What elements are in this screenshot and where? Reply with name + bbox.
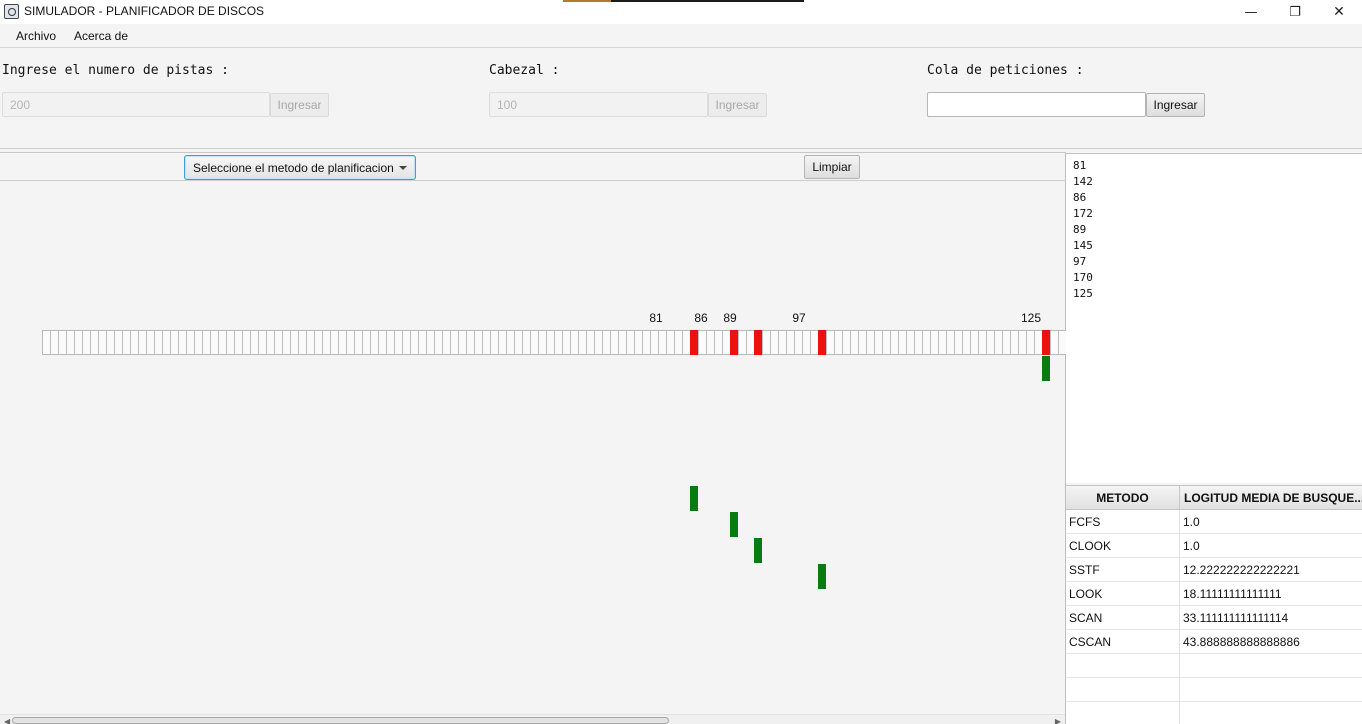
value-cell: 43.888888888888886 xyxy=(1183,635,1300,649)
menu-bar: Archivo Acerca de xyxy=(0,24,1362,48)
request-mark xyxy=(690,330,698,355)
visualization-panel: Seleccione el metodo de planificacion Li… xyxy=(0,152,1066,724)
table-row[interactable]: CSCAN 43.888888888888886 xyxy=(1066,630,1362,654)
close-icon[interactable]: ✕ xyxy=(1316,0,1362,24)
title-accent-bar xyxy=(563,0,804,2)
value-cell: 33.111111111111114 xyxy=(1183,611,1289,625)
pistas-ingresar-button[interactable]: Ingresar xyxy=(270,93,329,117)
minimize-icon[interactable]: — xyxy=(1228,0,1274,24)
request-label-125: 125 xyxy=(1020,311,1042,325)
method-select[interactable]: Seleccione el metodo de planificacion xyxy=(184,155,416,180)
title-bar: SIMULADOR - PLANIFICADOR DE DISCOS — ❐ ✕ xyxy=(0,0,1362,24)
cola-peticiones-field[interactable] xyxy=(927,92,1146,117)
request-mark xyxy=(1042,330,1050,355)
empty-table-row xyxy=(1066,654,1362,678)
value-cell: 1.0 xyxy=(1183,515,1200,529)
list-item: 172 xyxy=(1073,207,1093,220)
scrollbar-thumb[interactable] xyxy=(12,717,669,724)
column-header-longitud[interactable]: LOGITUD MEDIA DE BUSQUE... xyxy=(1184,486,1362,510)
list-item: 125 xyxy=(1073,287,1093,300)
chevron-down-icon xyxy=(399,166,407,170)
results-table: METODO LOGITUD MEDIA DE BUSQUE... FCFS 1… xyxy=(1066,485,1362,724)
list-item: 89 xyxy=(1073,223,1087,236)
cabezal-field[interactable]: 100 xyxy=(489,92,708,117)
table-row[interactable]: LOOK 18.11111111111111 xyxy=(1066,582,1362,606)
cabezal-ingresar-button[interactable]: Ingresar xyxy=(708,93,767,117)
method-cell: SCAN xyxy=(1069,611,1103,625)
value-cell: 1.0 xyxy=(1183,539,1200,553)
list-item: 170 xyxy=(1073,271,1093,284)
limpiar-button[interactable]: Limpiar xyxy=(804,155,860,179)
cabezal-label: Cabezal : xyxy=(489,63,560,78)
menu-archivo[interactable]: Archivo xyxy=(16,29,56,43)
value-cell: 12.222222222222221 xyxy=(1183,563,1300,577)
table-row[interactable]: CLOOK 1.0 xyxy=(1066,534,1362,558)
track-strip xyxy=(42,330,1066,355)
head-path-mark xyxy=(730,512,738,537)
head-path-mark xyxy=(818,564,826,589)
request-label-89: 89 xyxy=(723,311,737,325)
value-cell: 18.11111111111111 xyxy=(1183,587,1282,601)
cola-label: Cola de peticiones : xyxy=(927,63,1084,78)
list-item: 81 xyxy=(1073,159,1087,172)
method-cell: CLOOK xyxy=(1069,539,1112,553)
toolbar-divider xyxy=(0,180,1066,181)
request-label-81: 81 xyxy=(649,311,663,325)
cola-ingresar-button[interactable]: Ingresar xyxy=(1146,93,1205,117)
pistas-field[interactable]: 200 xyxy=(2,92,270,117)
column-header-metodo[interactable]: METODO xyxy=(1066,486,1180,510)
table-header: METODO LOGITUD MEDIA DE BUSQUE... xyxy=(1066,486,1362,510)
list-item: 97 xyxy=(1073,255,1087,268)
table-row[interactable]: FCFS 1.0 xyxy=(1066,510,1362,534)
head-path-mark xyxy=(754,538,762,563)
request-mark xyxy=(754,330,762,355)
request-mark xyxy=(730,330,738,355)
section-divider xyxy=(0,148,1362,149)
maximize-icon[interactable]: ❐ xyxy=(1272,0,1318,24)
method-cell: SSTF xyxy=(1069,563,1100,577)
app-icon xyxy=(4,4,19,19)
table-row[interactable]: SCAN 33.111111111111114 xyxy=(1066,606,1362,630)
pistas-label: Ingrese el numero de pistas : xyxy=(2,63,229,78)
window-title: SIMULADOR - PLANIFICADOR DE DISCOS xyxy=(24,4,265,18)
table-row[interactable]: SSTF 12.222222222222221 xyxy=(1066,558,1362,582)
head-path-mark xyxy=(1042,356,1050,381)
list-item: 145 xyxy=(1073,239,1093,252)
head-path-mark xyxy=(690,486,698,511)
empty-table-row xyxy=(1066,678,1362,702)
scroll-left-icon[interactable]: ◀ xyxy=(4,717,10,724)
horizontal-scrollbar[interactable]: ◀ ▶ xyxy=(0,714,1065,724)
request-label-86: 86 xyxy=(694,311,708,325)
list-item: 86 xyxy=(1073,191,1087,204)
request-label-97: 97 xyxy=(792,311,806,325)
method-select-label: Seleccione el metodo de planificacion xyxy=(193,161,394,175)
method-cell: LOOK xyxy=(1069,587,1103,601)
method-cell: FCFS xyxy=(1069,515,1101,529)
scroll-right-icon[interactable]: ▶ xyxy=(1055,717,1061,724)
menu-acerca-de[interactable]: Acerca de xyxy=(74,29,128,43)
request-queue-list[interactable]: 81 142 86 172 89 145 97 170 125 xyxy=(1066,153,1362,483)
method-cell: CSCAN xyxy=(1069,635,1112,649)
request-mark xyxy=(818,330,826,355)
list-item: 142 xyxy=(1073,175,1093,188)
